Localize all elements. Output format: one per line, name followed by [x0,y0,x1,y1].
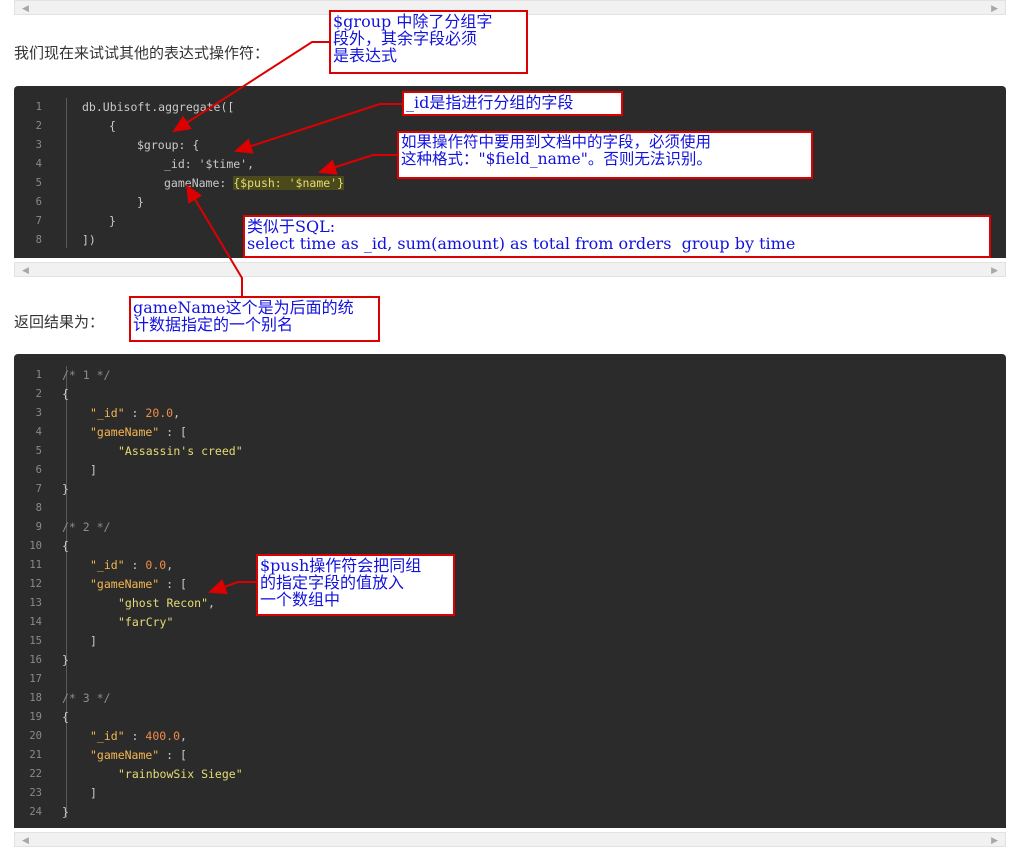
arrow-push-note [208,579,258,595]
annotation-alias: gameName这个是为后面的统 计数据指定的一个别名 [129,296,380,342]
annotation-field-format: 如果操作符中要用到文档中的字段，必须使用 这种格式："$field_name"。… [397,131,813,179]
annotation-sql: 类似于SQL: select time as _id, sum(amount) … [243,215,991,258]
annotation-id: _id是指进行分组的字段 [402,91,623,116]
annotation-push: $push操作符会把同组 的指定字段的值放入 一个数组中 [256,554,455,616]
annotation-group: $group 中除了分组字 段外，其余字段必须 是表达式 [329,10,528,74]
arrow-field-note [318,154,399,175]
arrow-id-note [234,103,404,154]
arrow-group-note [172,41,331,133]
annotation-arrows [172,41,404,595]
arrow-alias-note [185,184,243,298]
